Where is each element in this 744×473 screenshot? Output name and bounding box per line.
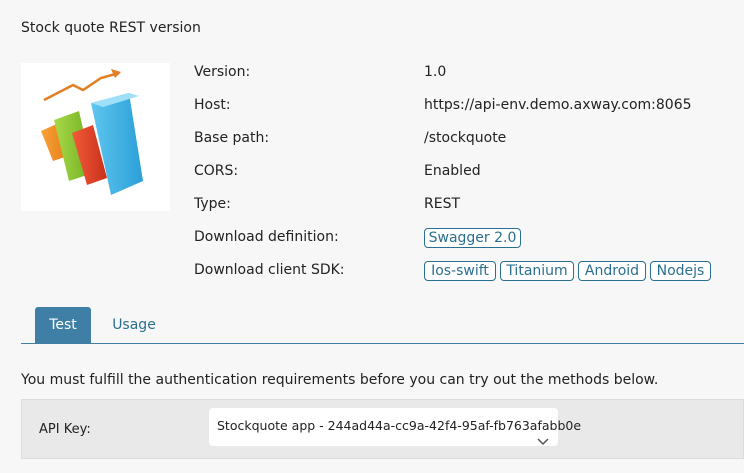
api-logo [21, 63, 170, 211]
version-value: 1.0 [424, 64, 447, 80]
auth-panel: API Key: Stockquote app - 244ad44a-cc9a-… [21, 399, 744, 459]
host-value: https://api-env.demo.axway.com:8065 [424, 97, 692, 113]
download-sdk-links: Ios-swift Titanium Android Nodejs [424, 261, 724, 283]
sdk-nodejs-button[interactable]: Nodejs [650, 261, 711, 281]
cors-value: Enabled [424, 163, 481, 179]
sdk-titanium-button[interactable]: Titanium [500, 261, 574, 281]
version-label: Version: [194, 64, 251, 80]
bar-chart-logo-icon [41, 69, 143, 195]
host-label: Host: [194, 97, 231, 113]
base-path-label: Base path: [194, 130, 270, 146]
api-title: Stock quote REST version [21, 20, 201, 36]
type-value: REST [424, 196, 461, 212]
api-key-selected-value: Stockquote app - 244ad44a-cc9a-42f4-95af… [217, 418, 582, 433]
auth-notice: You must fulfill the authentication requ… [21, 372, 659, 388]
base-path-value: /stockquote [424, 130, 507, 146]
download-sdk-label: Download client SDK: [194, 262, 345, 278]
tab-usage[interactable]: Usage [107, 307, 161, 343]
sdk-android-button[interactable]: Android [578, 261, 646, 281]
sdk-ios-swift-button[interactable]: Ios-swift [424, 261, 496, 281]
swagger-download-button[interactable]: Swagger 2.0 [424, 228, 521, 248]
api-key-label: API Key: [39, 422, 91, 437]
chevron-down-icon [537, 438, 549, 446]
cors-label: CORS: [194, 163, 239, 179]
tab-test[interactable]: Test [35, 307, 91, 343]
type-label: Type: [194, 196, 231, 212]
download-definition-label: Download definition: [194, 229, 339, 245]
download-definition-links: Swagger 2.0 [424, 228, 724, 250]
api-key-select[interactable]: Stockquote app - 244ad44a-cc9a-42f4-95af… [209, 408, 581, 446]
tab-bar: Test Usage [21, 307, 744, 344]
